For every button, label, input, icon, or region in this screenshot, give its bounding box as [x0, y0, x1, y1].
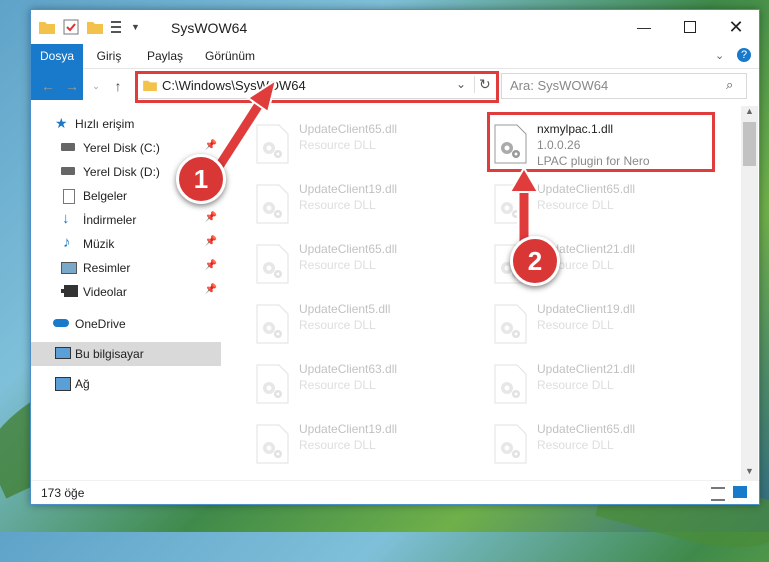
annotation-arrows — [211, 77, 540, 251]
step-1-badge: 1 — [176, 154, 226, 204]
step-2-badge: 2 — [510, 236, 560, 286]
arrow-1 — [211, 77, 278, 175]
arrow-2 — [508, 166, 540, 251]
